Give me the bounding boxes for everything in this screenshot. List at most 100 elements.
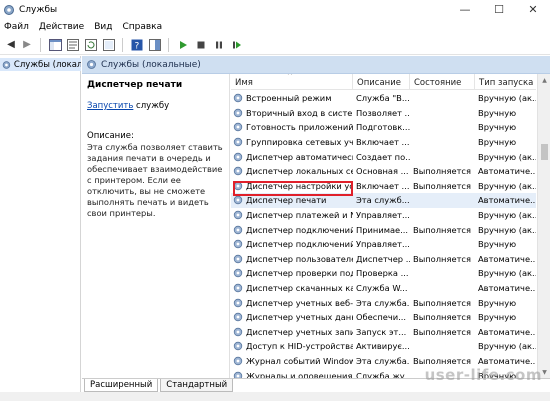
table-row[interactable]: Диспетчер печати Эта служб... Автоматиче..… xyxy=(231,193,536,208)
table-row[interactable]: Диспетчер настройки устр...Включает ...В… xyxy=(231,179,536,194)
refresh-icon[interactable] xyxy=(84,38,98,52)
maximize-button[interactable]: ☐ xyxy=(482,0,516,19)
service-name-cell: Диспетчер учетных веб-за... xyxy=(231,298,353,308)
menu-action[interactable]: Действие xyxy=(35,22,90,32)
service-description: Основная ... xyxy=(356,166,409,177)
menu-help[interactable]: Справка xyxy=(118,22,168,32)
service-name: Диспетчер печати xyxy=(246,195,327,206)
table-row[interactable]: Группировка сетевых учас...Включает ... В… xyxy=(231,135,536,150)
services-gear-icon xyxy=(87,60,96,69)
service-gear-icon xyxy=(233,269,243,278)
start-service-suffix: службу xyxy=(133,101,170,111)
service-name: Диспетчер локальных сеа... xyxy=(246,166,353,177)
service-state: Выполняется xyxy=(413,224,471,235)
service-startup-type: Автоматиче... xyxy=(478,326,536,337)
service-gear-icon xyxy=(233,240,243,249)
table-row[interactable]: Диспетчер учетных данныхОбеспечи... Выпол… xyxy=(231,310,536,325)
service-state: Выполняется xyxy=(413,312,471,323)
stop-service-icon[interactable] xyxy=(194,38,208,52)
service-description: Подготовк... xyxy=(356,122,410,133)
scroll-thumb[interactable] xyxy=(541,144,548,160)
table-row[interactable]: Диспетчер учетных веб-за...Эта служба...… xyxy=(231,295,536,310)
scroll-up-icon[interactable]: ▲ xyxy=(538,74,550,86)
svg-text:?: ? xyxy=(135,41,140,51)
table-row[interactable]: Диспетчер подключений ...Принимае... Выпо… xyxy=(231,222,536,237)
table-row[interactable]: Диспетчер локальных сеа...Основная ... Вы… xyxy=(231,164,536,179)
help-icon[interactable]: ? xyxy=(130,38,144,52)
table-row[interactable]: Диспетчер платежей и NF...Управляет... Вр… xyxy=(231,208,536,223)
forward-icon[interactable]: ▶ xyxy=(20,38,34,52)
service-name-cell: Диспетчер подключений ... xyxy=(231,239,353,249)
table-row[interactable]: Диспетчер проверки подл...Проверка ... Вр… xyxy=(231,266,536,281)
service-state: Выполняется xyxy=(413,297,471,308)
service-description: Управляет... xyxy=(356,239,410,250)
service-description: Эта служб... xyxy=(356,195,410,206)
table-row[interactable]: Диспетчер учетных записе...Запуск эт... В… xyxy=(231,325,536,340)
service-state: Выполняется xyxy=(413,166,471,177)
show-hide-icon[interactable] xyxy=(148,38,162,52)
service-gear-icon xyxy=(233,196,243,205)
column-header-startup-type[interactable]: Тип запуска xyxy=(475,74,536,90)
service-gear-icon xyxy=(233,210,243,220)
table-row[interactable]: Диспетчер пользователей Диспетчер ... Выпо… xyxy=(231,252,536,267)
service-gear-icon xyxy=(233,152,243,161)
service-description: Служба W... xyxy=(356,283,408,294)
column-header-state[interactable]: Состояние xyxy=(410,74,475,90)
tree-item-label: Службы (локалы xyxy=(13,59,81,70)
console-tree: Службы (локалы xyxy=(0,56,81,401)
service-gear-icon xyxy=(233,313,243,322)
sort-ascending-icon: ^ xyxy=(287,74,293,80)
service-name: Диспетчер скачанных карт xyxy=(246,283,353,294)
service-startup-type: Вручную (ак... xyxy=(478,93,536,104)
service-state: Выполняется xyxy=(413,180,471,191)
service-name-cell: Диспетчер платежей и NF... xyxy=(231,210,353,220)
close-button[interactable]: ✕ xyxy=(516,0,550,19)
pause-service-icon[interactable] xyxy=(212,38,226,52)
service-gear-icon xyxy=(233,298,243,307)
table-row[interactable]: Диспетчер подключений ...Управляет... Вру… xyxy=(231,237,536,252)
export-list-icon[interactable] xyxy=(102,38,116,52)
service-name: Диспетчер подключений ... xyxy=(246,224,353,235)
tree-item-services-local[interactable]: Службы (локалы xyxy=(0,58,81,71)
table-row[interactable]: Доступ к HID-устройствам Активирує... Вруч… xyxy=(231,339,536,354)
service-startup-type: Вручную xyxy=(478,107,517,118)
service-name: Журнал событий Windows xyxy=(246,355,353,366)
column-header-name[interactable]: ^ Имя xyxy=(231,74,353,90)
start-service-action: Запустить службу xyxy=(87,101,224,111)
service-description: Диспетчер ... xyxy=(356,253,410,264)
menu-view[interactable]: Вид xyxy=(90,22,118,32)
service-gear-icon xyxy=(233,283,243,293)
service-gear-icon xyxy=(233,254,243,264)
back-icon[interactable]: ◀ xyxy=(4,38,18,52)
service-name: Диспетчер учетных данных xyxy=(246,312,353,323)
start-service-link[interactable]: Запустить xyxy=(87,101,133,111)
service-description: Эта служба... xyxy=(356,355,410,366)
service-name-cell: Вторичный вход в систему xyxy=(231,108,353,118)
vertical-scrollbar[interactable]: ▲ ▼ xyxy=(537,74,550,378)
minimize-button[interactable]: — xyxy=(448,0,482,19)
service-name: Диспетчер проверки подл... xyxy=(246,268,353,279)
console-tree-icon[interactable] xyxy=(48,38,62,52)
service-description: Служба "В... xyxy=(356,93,410,104)
table-row[interactable]: Диспетчер скачанных картСлужба W... Автом… xyxy=(231,281,536,296)
menu-file[interactable]: Файл xyxy=(0,22,35,32)
pane-header-title: Службы (локальные) xyxy=(101,59,201,70)
service-name-cell: Готовность приложений xyxy=(231,122,353,132)
service-name-cell: Диспетчер автоматически... xyxy=(231,152,353,162)
services-gear-icon xyxy=(2,60,11,69)
service-gear-icon xyxy=(233,327,243,336)
service-name: Диспетчер учетных записе... xyxy=(246,326,353,337)
table-row[interactable]: Готовность приложений Подготовк... Вручную xyxy=(231,120,536,135)
properties-icon[interactable] xyxy=(66,38,80,52)
service-name: Встроенный режим xyxy=(246,93,332,104)
column-header-description[interactable]: Описание xyxy=(353,74,410,90)
description-heading: Описание: xyxy=(87,131,134,141)
tab-extended[interactable]: Расширенный xyxy=(84,379,159,392)
table-row[interactable]: Диспетчер автоматически...Создает по... В… xyxy=(231,149,536,164)
start-service-icon[interactable] xyxy=(176,38,190,52)
table-row[interactable]: Встроенный режим Служба "В... Вручную (ак.… xyxy=(231,91,536,106)
tab-standard[interactable]: Стандартный xyxy=(160,379,234,392)
service-description: Эта служба... xyxy=(356,297,410,308)
table-row[interactable]: Вторичный вход в систему Позволяет ... Вру… xyxy=(231,106,536,121)
restart-service-icon[interactable] xyxy=(230,38,244,52)
